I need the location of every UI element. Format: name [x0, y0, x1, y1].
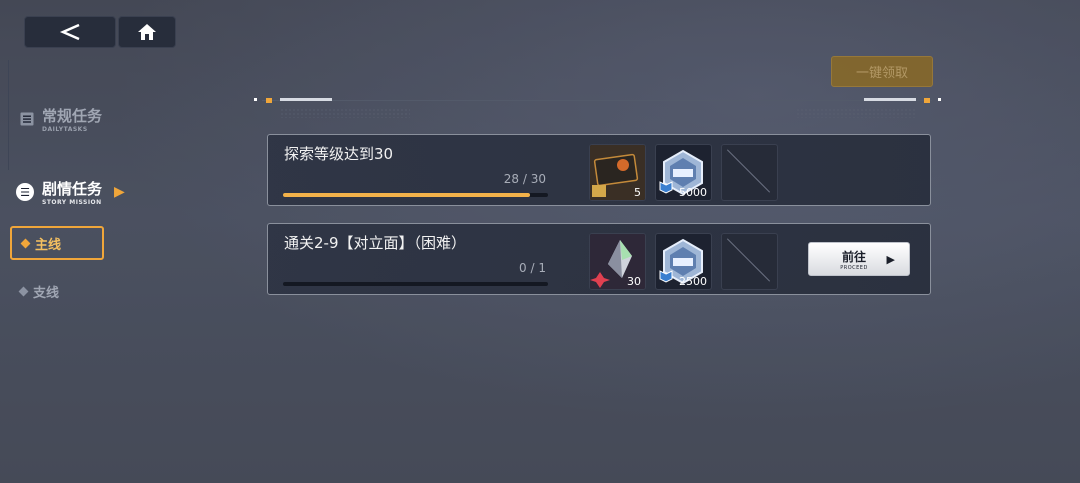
tab-side-story[interactable]: 支线 — [18, 282, 60, 301]
reward-empty-slot — [721, 233, 778, 290]
task-progress-bar — [283, 282, 548, 286]
reward-prism-shard[interactable]: 30 — [589, 233, 646, 290]
task-progress-bar — [283, 193, 548, 197]
section-divider — [254, 98, 941, 103]
daily-tasks-label: 常规任务 — [42, 107, 103, 125]
sidebar-item-daily-tasks[interactable]: 常规任务 DAILYTASKS — [20, 105, 102, 133]
divider-dots-right — [796, 108, 916, 118]
task-card-2: 通关2-9【对立面】（困难） 0 / 1 30 2500 前往 PROCEED … — [267, 223, 931, 295]
home-icon — [138, 24, 156, 40]
divider-dots-left — [280, 108, 410, 118]
task-card-1: 探索等级达到30 28 / 30 5 5000 — [267, 134, 931, 206]
tab-main-story-label: 主线 — [35, 237, 62, 253]
claim-all-button[interactable]: 一键领取 — [831, 56, 933, 87]
reward-ticket-card[interactable]: 5 — [589, 144, 646, 201]
back-arrow-icon — [59, 23, 80, 41]
proceed-sublabel: PROCEED — [840, 264, 868, 271]
reward-crystal-currency[interactable]: 5000 — [655, 144, 712, 201]
reward-qty: 30 — [627, 275, 641, 288]
tab-main-story[interactable]: 主线 — [10, 226, 104, 260]
story-mission-label: 剧情任务 — [42, 180, 103, 198]
reward-qty: 5000 — [679, 186, 707, 199]
proceed-button[interactable]: 前往 PROCEED ▶ — [808, 242, 910, 276]
task-progress-text: 0 / 1 — [519, 261, 546, 275]
sidebar-rail — [0, 60, 9, 170]
tab-side-story-label: 支线 — [33, 286, 60, 301]
diamond-icon — [20, 238, 31, 248]
daily-tasks-sublabel: DAILYTASKS — [42, 126, 88, 133]
list-icon — [20, 112, 34, 126]
diamond-icon — [18, 286, 29, 297]
reward-qty: 2500 — [679, 275, 707, 288]
story-mission-sublabel: STORY MISSION — [42, 199, 102, 206]
task-title: 探索等级达到30 — [284, 145, 394, 163]
task-title: 通关2-9【对立面】（困难） — [284, 234, 467, 252]
list-circle-icon: ☰ — [16, 183, 34, 201]
task-progress-text: 28 / 30 — [503, 172, 546, 186]
home-button[interactable] — [118, 16, 176, 48]
back-button[interactable] — [24, 16, 116, 48]
active-arrow-icon: ▶ — [114, 184, 125, 200]
reward-qty: 5 — [634, 186, 641, 199]
play-arrow-icon: ▶ — [886, 253, 895, 266]
reward-empty-slot — [721, 144, 778, 201]
proceed-label: 前往 — [841, 249, 866, 264]
sidebar-item-story-mission[interactable]: ☰ 剧情任务 STORY MISSION ▶ — [16, 178, 125, 206]
reward-crystal-currency[interactable]: 2500 — [655, 233, 712, 290]
